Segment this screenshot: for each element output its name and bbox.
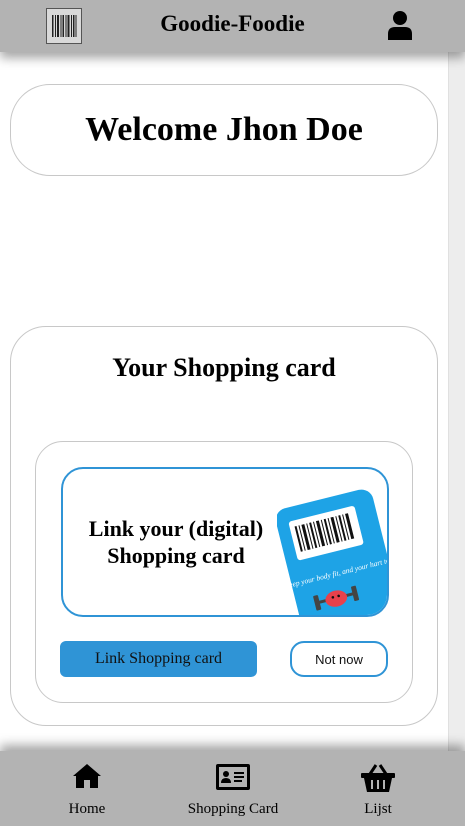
nav-label-shopping-card: Shopping Card — [187, 801, 279, 817]
nav-item-lijst[interactable]: Lijst — [338, 751, 418, 826]
shopping-card-section: Your Shopping card Link your (digital) S… — [10, 326, 438, 726]
loyalty-card-illustration: Keep your body fit, and your hart too! — [277, 489, 387, 615]
nav-label-home: Home — [68, 801, 106, 817]
welcome-card: Welcome Jhon Doe — [10, 84, 438, 176]
promo-text: Link your (digital) Shopping card — [88, 516, 264, 568]
link-shopping-card-button[interactable]: Link Shopping card — [60, 641, 257, 677]
nav-label-lijst: Lijst — [364, 801, 392, 817]
home-icon — [73, 764, 101, 788]
link-card-banner[interactable]: Link your (digital) Shopping card Keep y… — [61, 467, 389, 617]
not-now-button[interactable]: Not now — [290, 641, 388, 677]
welcome-heading: Welcome Jhon Doe — [85, 111, 363, 148]
shopping-card-title: Your Shopping card — [112, 353, 336, 382]
user-icon — [388, 11, 412, 40]
nav-item-home[interactable]: Home — [47, 751, 127, 826]
scrollbar[interactable] — [448, 52, 465, 752]
profile-button[interactable] — [386, 10, 414, 40]
link-card-panel: Link your (digital) Shopping card Keep y… — [35, 441, 413, 703]
top-app-bar: Goodie-Foodie — [0, 0, 465, 52]
id-card-icon — [216, 764, 250, 790]
basket-icon — [361, 764, 395, 792]
bottom-nav: Home Shopping Card Lijst — [0, 751, 465, 826]
nav-item-shopping-card[interactable]: Shopping Card — [173, 751, 293, 826]
